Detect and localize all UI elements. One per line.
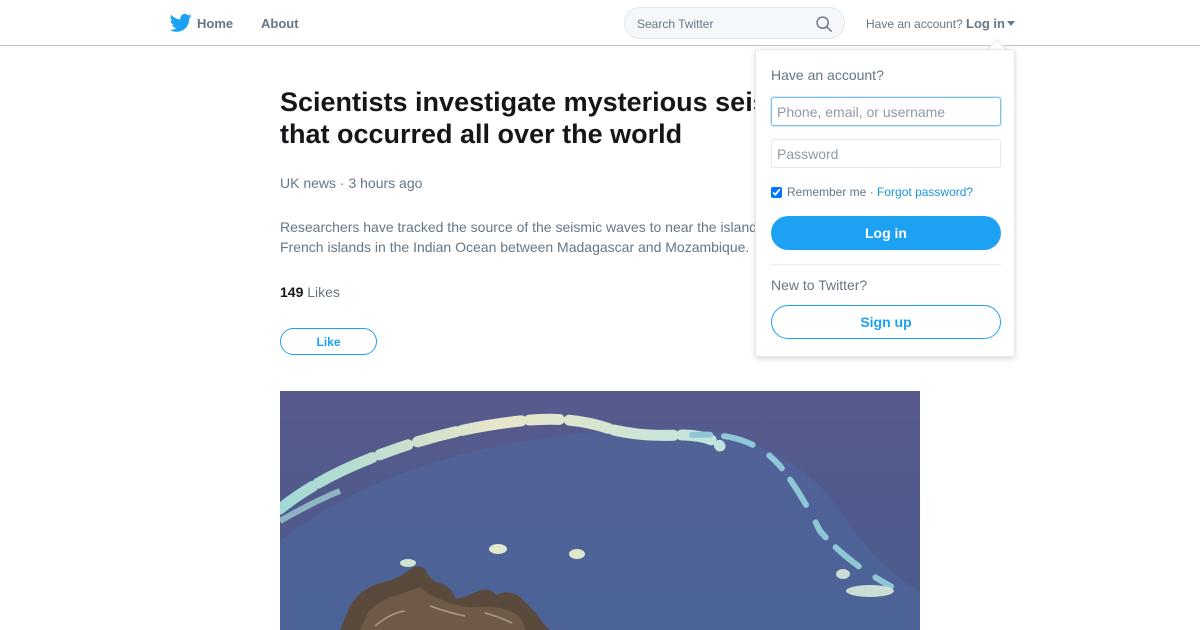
dropdown-heading: Have an account?	[771, 67, 884, 83]
login-dropdown: Have an account? Remember me · Forgot pa…	[755, 49, 1015, 357]
likes-label: Likes	[307, 284, 340, 300]
search-icon[interactable]	[815, 15, 833, 33]
login-dropdown-toggle[interactable]: Log in	[966, 16, 1015, 31]
signup-button[interactable]: Sign up	[771, 305, 1001, 339]
have-account-text: Have an account?	[866, 17, 963, 31]
caret-down-icon	[1007, 21, 1015, 26]
bird-logo-icon[interactable]	[170, 13, 192, 33]
article-meta: UK news · 3 hours ago	[280, 175, 423, 191]
forgot-password-link[interactable]: Forgot password?	[877, 185, 973, 199]
nav-about-link[interactable]: About	[261, 16, 299, 31]
top-navigation-bar: Home About Have an account? Log in	[0, 0, 1200, 46]
password-field[interactable]	[771, 139, 1001, 168]
search-box	[624, 7, 845, 39]
nav-home-link[interactable]: Home	[197, 16, 233, 31]
search-input[interactable]	[637, 15, 807, 33]
new-to-twitter-text: New to Twitter?	[771, 277, 868, 293]
remember-me-label: Remember me	[787, 185, 867, 199]
satellite-image-graphic	[280, 391, 920, 630]
username-field[interactable]	[771, 97, 1001, 126]
separator-dot: ·	[869, 185, 874, 199]
dropdown-divider	[771, 264, 1001, 265]
login-toggle-label: Log in	[966, 16, 1005, 31]
login-button[interactable]: Log in	[771, 216, 1001, 250]
likes-count: 149 Likes	[280, 284, 340, 300]
remember-me-checkbox[interactable]	[771, 186, 782, 198]
like-button[interactable]: Like	[280, 328, 377, 355]
remember-me-row: Remember me · Forgot password?	[771, 185, 973, 199]
article-image[interactable]	[280, 391, 920, 630]
likes-number: 149	[280, 284, 304, 300]
